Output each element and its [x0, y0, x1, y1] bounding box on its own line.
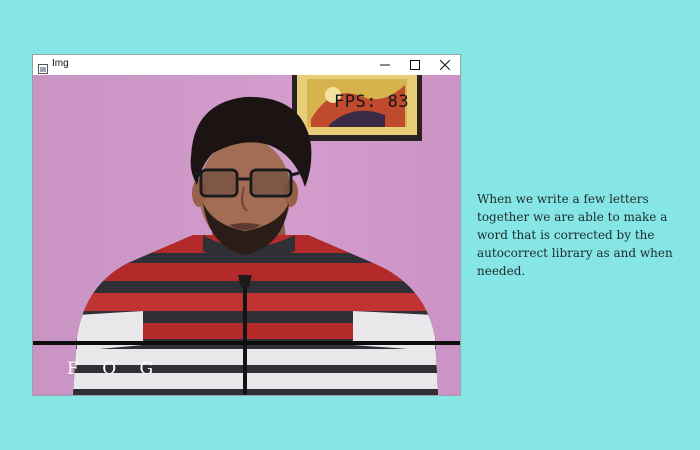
minimize-icon [380, 64, 390, 66]
close-icon [440, 60, 450, 70]
image-window: Img FPS: 83 F O G [32, 54, 461, 396]
window-title: Img [52, 58, 69, 69]
webcam-frame: FPS: 83 F O G [33, 75, 460, 395]
description-text: When we write a few letters together we … [477, 192, 673, 278]
maximize-icon [410, 60, 420, 70]
sweater-zipper [243, 280, 247, 395]
guide-line [33, 341, 460, 345]
fps-counter: FPS: 83 [334, 92, 410, 112]
webcam-image [33, 75, 460, 395]
window-titlebar[interactable]: Img [33, 55, 460, 75]
close-button[interactable] [430, 55, 460, 75]
app-window-icon [38, 59, 48, 74]
maximize-button[interactable] [400, 55, 430, 75]
minimize-button[interactable] [370, 55, 400, 75]
typed-word: F O G [67, 359, 163, 379]
